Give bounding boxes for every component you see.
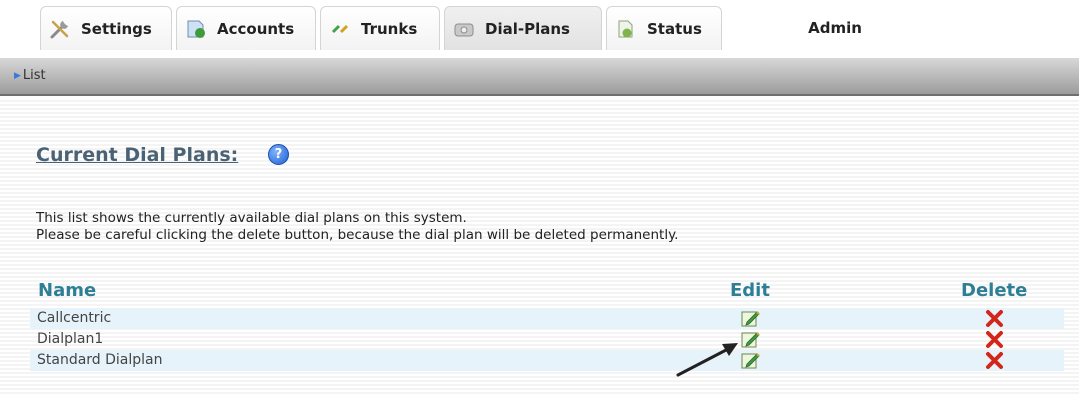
edit-icon[interactable] xyxy=(741,351,760,370)
help-icon[interactable]: ? xyxy=(268,144,289,165)
delete-icon[interactable] xyxy=(985,351,1004,370)
column-header-edit: Edit xyxy=(730,280,770,301)
tab-label: Settings xyxy=(81,19,152,38)
tab-accounts[interactable]: Accounts xyxy=(176,6,316,50)
description-line: Please be careful clicking the delete bu… xyxy=(36,227,679,243)
tab-admin[interactable]: Admin xyxy=(770,6,900,50)
edit-icon[interactable] xyxy=(741,309,760,328)
tools-icon xyxy=(49,18,71,40)
list-link-label: List xyxy=(22,68,46,83)
status-icon xyxy=(615,18,637,40)
edit-icon[interactable] xyxy=(741,330,760,349)
delete-icon[interactable] xyxy=(985,309,1004,328)
accounts-icon xyxy=(185,18,207,40)
tab-label: Trunks xyxy=(361,19,418,38)
trunks-icon xyxy=(329,18,351,40)
table-row: Dialplan1 xyxy=(30,329,1064,350)
delete-icon[interactable] xyxy=(985,330,1004,349)
tab-label: Status xyxy=(647,19,702,38)
tab-label: Dial-Plans xyxy=(485,19,570,38)
column-header-name: Name xyxy=(38,280,97,301)
tab-settings[interactable]: Settings xyxy=(40,6,172,50)
tab-label: Accounts xyxy=(217,19,295,38)
description: This list shows the currently available … xyxy=(36,210,678,244)
main-content: Current Dial Plans: ? This list shows th… xyxy=(0,98,1079,394)
table-row: Standard Dialplan xyxy=(30,350,1064,371)
dial-plan-name: Callcentric xyxy=(37,310,112,326)
triangle-right-icon: ▶ xyxy=(14,71,21,81)
tab-trunks[interactable]: Trunks xyxy=(320,6,440,50)
dial-plan-name: Dialplan1 xyxy=(37,331,104,347)
description-line: This list shows the currently available … xyxy=(36,210,467,226)
phone-icon xyxy=(453,18,475,40)
dial-plan-name: Standard Dialplan xyxy=(37,352,163,368)
page-title: Current Dial Plans: xyxy=(36,144,239,166)
table-row: Callcentric xyxy=(30,308,1064,329)
tab-bar: Settings Accounts Trunks Dial-Plans Stat… xyxy=(0,0,1079,52)
tab-dial-plans[interactable]: Dial-Plans xyxy=(444,6,602,50)
column-header-delete: Delete xyxy=(961,280,1028,301)
list-link[interactable]: ▶ List xyxy=(14,68,46,83)
sub-nav-bar: ▶ List xyxy=(0,58,1079,96)
tab-status[interactable]: Status xyxy=(606,6,722,50)
